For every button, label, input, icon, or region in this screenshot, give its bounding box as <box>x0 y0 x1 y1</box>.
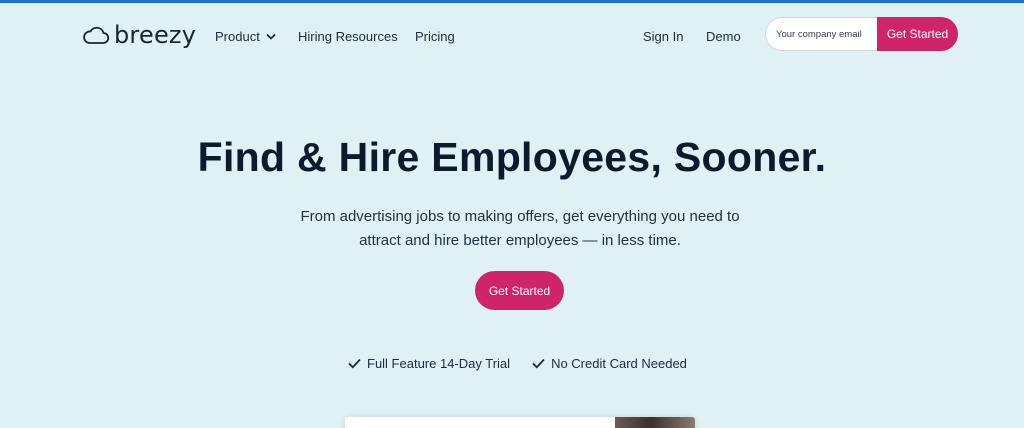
chevron-down-icon <box>266 33 276 40</box>
checkmark-icon <box>348 358 361 369</box>
cloud-logo-icon <box>83 26 110 44</box>
preview-photo <box>615 417 695 428</box>
nav-product-menu[interactable]: Product <box>215 29 276 44</box>
product-preview-image <box>345 417 695 428</box>
benefit-item: Full Feature 14-Day Trial <box>348 356 510 371</box>
nav-product-label: Product <box>215 29 260 44</box>
hero-get-started-button[interactable]: Get Started <box>475 271 564 310</box>
benefit-label: No Credit Card Needed <box>551 356 687 371</box>
nav-get-started-button[interactable]: Get Started <box>877 17 958 51</box>
benefits-list: Full Feature 14-Day Trial No Credit Card… <box>348 356 687 371</box>
email-signup-form: Get Started <box>765 17 958 51</box>
benefit-label: Full Feature 14-Day Trial <box>367 356 511 371</box>
benefit-item: No Credit Card Needed <box>532 356 687 371</box>
hero-subtitle: From advertising jobs to making offers, … <box>0 205 1024 253</box>
hero-title: Find & Hire Employees, Sooner. <box>197 134 827 180</box>
hero-subtitle-text: From advertising jobs to making offers, … <box>300 208 740 249</box>
checkmark-icon <box>532 358 545 369</box>
nav-pricing[interactable]: Pricing <box>415 29 455 44</box>
breezy-logo[interactable]: breezy <box>82 21 196 49</box>
main-navigation: breezy Product Hiring Resources Pricing … <box>0 3 1024 65</box>
nav-demo[interactable]: Demo <box>706 29 741 44</box>
nav-sign-in[interactable]: Sign In <box>643 29 683 44</box>
company-email-input[interactable] <box>765 17 877 51</box>
logo-text: breezy <box>114 21 197 49</box>
nav-hiring-resources[interactable]: Hiring Resources <box>298 29 398 44</box>
